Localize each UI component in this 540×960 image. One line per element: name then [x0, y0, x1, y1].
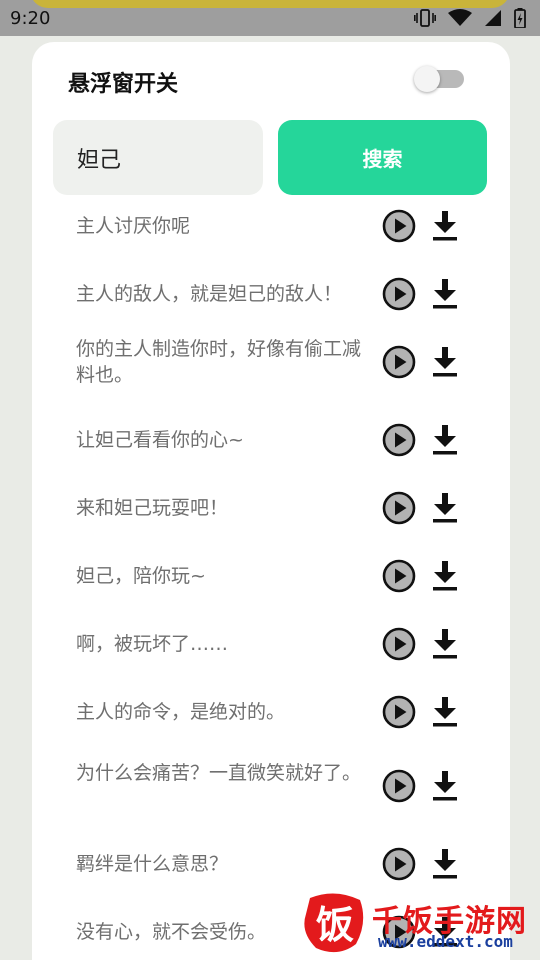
download-icon[interactable] [431, 770, 459, 802]
play-icon[interactable] [382, 695, 416, 729]
voice-line-text: 主人的敌人，就是妲己的敌人！ [76, 283, 343, 305]
voice-line-text: 啊，被玩坏了…… [76, 633, 229, 655]
search-input-value: 妲己 [77, 147, 122, 173]
search-button[interactable]: 搜索 [278, 120, 487, 195]
download-icon[interactable] [431, 492, 459, 524]
play-icon[interactable] [382, 769, 416, 803]
main-card: 悬浮窗开关 妲己 搜索 主人讨厌你呢主人的敌人，就是妲己的敌人！ 你的主人制造你时… [32, 42, 510, 960]
play-icon[interactable] [382, 627, 416, 661]
vibrate-icon [414, 9, 436, 27]
download-icon[interactable] [431, 848, 459, 880]
download-icon[interactable] [431, 210, 459, 242]
status-bar: 9:20 [0, 0, 540, 36]
watermark-logo-char: 饭 [316, 903, 354, 947]
status-time: 9:20 [10, 7, 51, 29]
play-icon[interactable] [382, 847, 416, 881]
download-icon[interactable] [431, 696, 459, 728]
floating-window-toggle[interactable] [414, 66, 464, 92]
voice-line-text: 主人的命令，是绝对的。 [76, 701, 286, 723]
banner-peek [30, 0, 510, 8]
voice-line-text: 让妲己看看你的心~ [76, 429, 244, 451]
play-icon[interactable] [382, 491, 416, 525]
download-icon[interactable] [431, 424, 459, 456]
voice-line-text: 你的主人制造你时，好像有偷工减料也。 [76, 338, 362, 386]
play-icon[interactable] [382, 277, 416, 311]
signal-icon [485, 10, 501, 26]
watermark-logo: 饭 [304, 893, 364, 953]
voice-line-text: 妲己，陪你玩~ [76, 565, 206, 587]
play-icon[interactable] [382, 345, 416, 379]
download-icon[interactable] [431, 628, 459, 660]
voice-line-text: 主人讨厌你呢 [76, 215, 191, 237]
battery-icon [514, 8, 526, 28]
search-input[interactable]: 妲己 [53, 120, 263, 195]
toggle-knob [414, 66, 440, 92]
watermark-url: www.eddext.com [378, 932, 513, 951]
download-icon[interactable] [431, 278, 459, 310]
voice-line-text: 来和妲己玩耍吧！ [76, 497, 229, 519]
voice-line-text: 羁绊是什么意思？ [76, 853, 229, 875]
play-icon[interactable] [382, 559, 416, 593]
status-icons [414, 8, 526, 28]
watermark: 饭 千饭手游网 www.eddext.com [300, 888, 540, 960]
download-icon[interactable] [431, 346, 459, 378]
download-icon[interactable] [431, 560, 459, 592]
voice-line-text: 为什么会痛苦？一直微笑就好了。 [76, 762, 362, 784]
floating-window-label: 悬浮窗开关 [68, 72, 179, 97]
play-icon[interactable] [382, 423, 416, 457]
play-icon[interactable] [382, 209, 416, 243]
wifi-icon [448, 9, 472, 26]
